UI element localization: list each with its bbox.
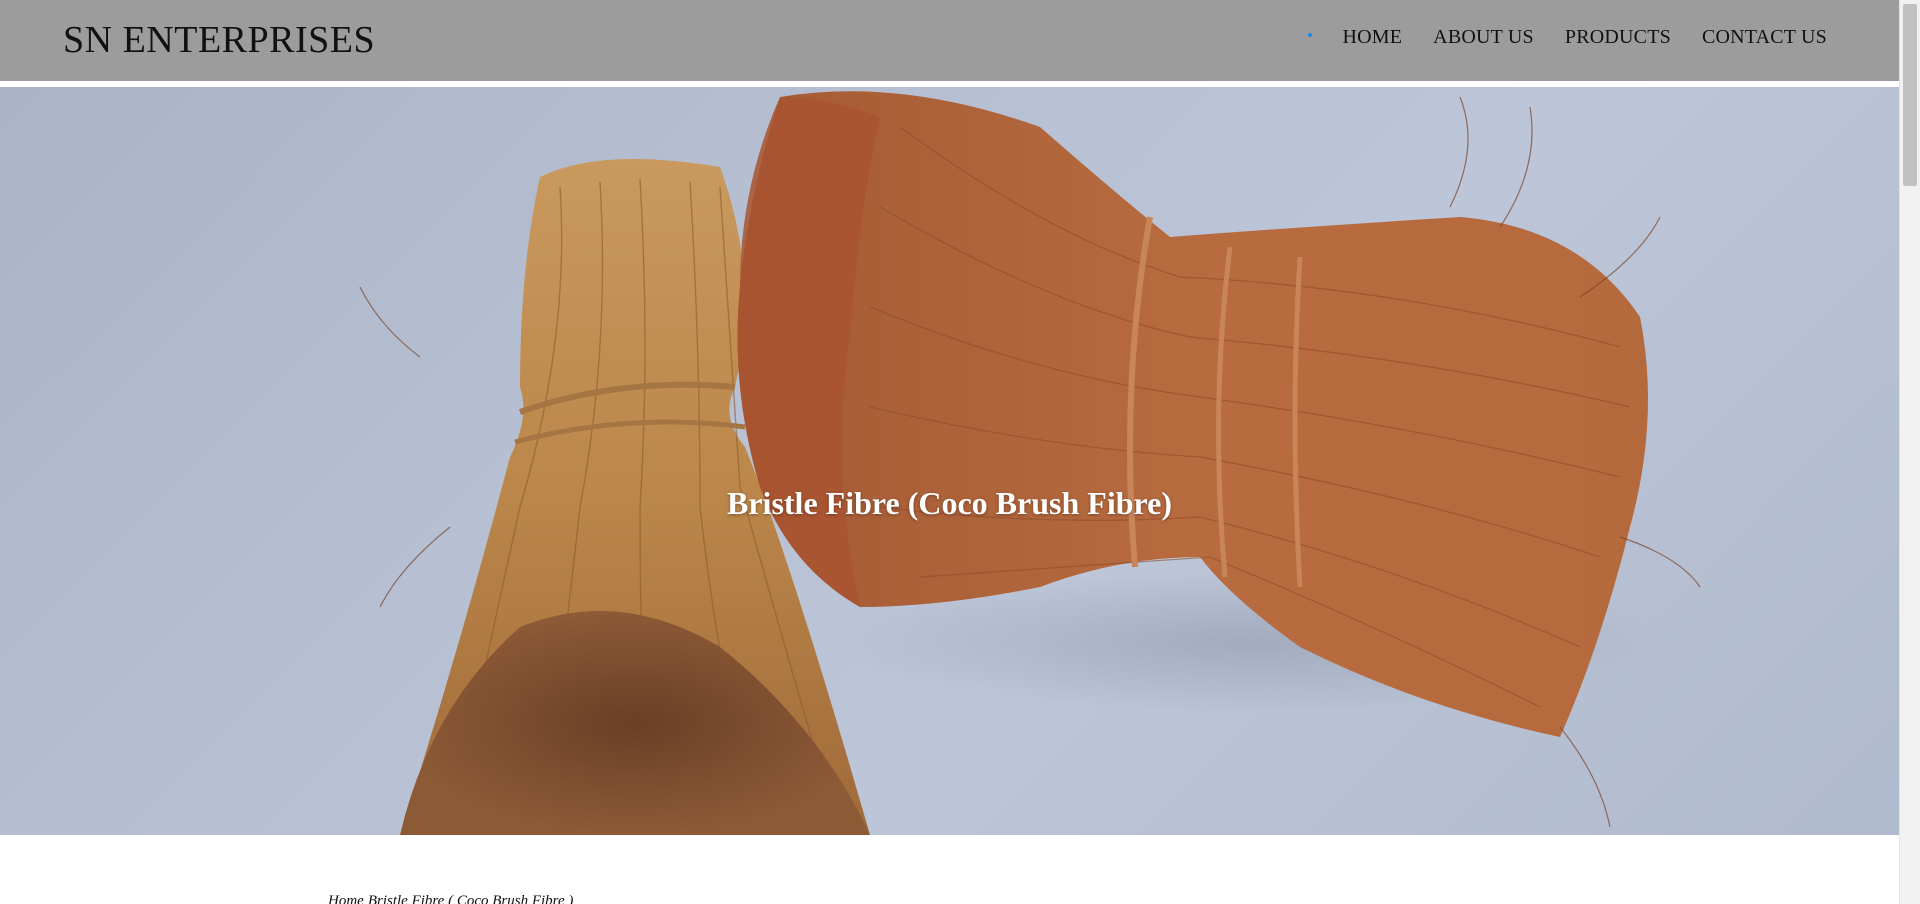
hero-title: Bristle Fibre (Coco Brush Fibre)	[727, 485, 1172, 521]
site-brand[interactable]: SN ENTERPRISES	[63, 18, 375, 62]
scrollbar-thumb[interactable]	[1903, 4, 1917, 186]
hero-banner: Bristle Fibre (Coco Brush Fibre)	[0, 87, 1899, 835]
nav-indicator-dot	[1308, 32, 1313, 37]
breadcrumb-current: Bristle Fibre ( Coco Brush Fibre )	[367, 893, 574, 904]
nav-item-about-us[interactable]: ABOUT US	[1433, 26, 1534, 49]
page: SN ENTERPRISES HOME ABOUT US PRODUCTS CO…	[0, 0, 1899, 904]
site-header: SN ENTERPRISES HOME ABOUT US PRODUCTS CO…	[0, 0, 1899, 84]
nav-item-products[interactable]: PRODUCTS	[1565, 26, 1671, 49]
breadcrumb: Home Bristle Fibre ( Coco Brush Fibre )	[328, 893, 577, 904]
breadcrumb-home-link[interactable]: Home	[328, 893, 364, 904]
hero-image-coco-fibre	[359, 91, 1701, 835]
vertical-scrollbar[interactable]	[1899, 0, 1920, 904]
nav-item-home[interactable]: HOME	[1342, 26, 1402, 49]
main-nav: HOME ABOUT US PRODUCTS CONTACT US	[1308, 26, 1827, 49]
nav-item-contact-us[interactable]: CONTACT US	[1702, 26, 1827, 49]
